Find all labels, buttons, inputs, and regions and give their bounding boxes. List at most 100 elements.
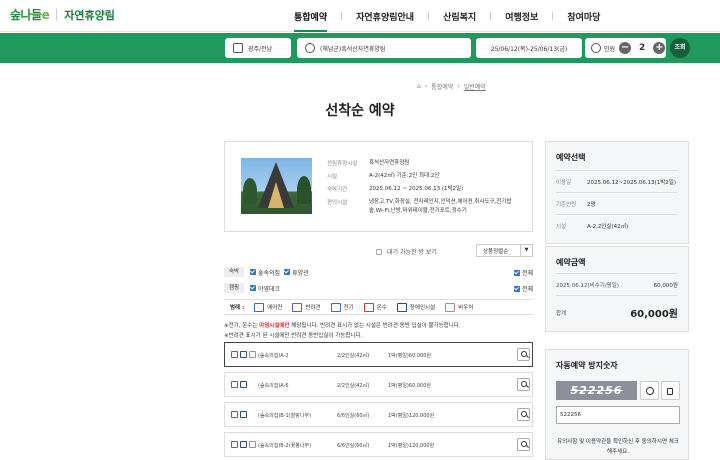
summary-row: 기준인원 2명: [556, 192, 678, 214]
air-conditioner-icon: [231, 351, 238, 358]
camp-all[interactable]: 전체: [514, 284, 533, 293]
room-capacity: 2/2인실(42㎡): [337, 353, 370, 359]
legend-item: 장애인시설: [409, 305, 436, 311]
lodging-all[interactable]: 전체: [514, 268, 533, 277]
site-header: 숲나들e 자연휴양림 통합예약 자연휴양림안내 산림복지 여행정보 참여마당: [0, 0, 720, 32]
lodging-option: 휴양관: [292, 269, 309, 277]
voucher-icon: [249, 441, 256, 448]
room-price: 1박(평일)60,000원: [388, 353, 431, 359]
lodging-checkbox[interactable]: [284, 269, 291, 275]
room-row[interactable]: (숲속의집)A-2 2/2인실(42㎡) 1박(평일)60,000원: [224, 342, 533, 367]
legend-item: 전기: [343, 305, 354, 311]
dog-icon: [292, 302, 303, 312]
breadcrumb-item[interactable]: 통합예약: [431, 82, 453, 91]
info-row: 시설 A-2(42㎡) 기준:2인 최대:2인: [327, 173, 440, 180]
room-row[interactable]: (숲속의집)B-1(잘랑나무) 6/6인실(60㎡) 1박(평일)120,000…: [224, 402, 533, 427]
refresh-icon[interactable]: [640, 381, 659, 400]
minus-button[interactable]: −: [619, 42, 632, 54]
room-capacity: 2/2인실(42㎡): [337, 383, 370, 389]
voucher-icon: [445, 302, 456, 312]
camp-checkbox[interactable]: [250, 285, 256, 291]
reservation-summary: 예약선택 이용일 2025.06.12~2025.06.13(1박2일) 기준인원…: [545, 141, 689, 244]
search-icon[interactable]: [517, 438, 530, 451]
nav-forest-info[interactable]: 자연휴양림안내: [342, 10, 428, 30]
breadcrumb-current[interactable]: 일반예약: [464, 82, 486, 91]
date-range-value: 25/06/12(목)-25/06/13(금): [490, 45, 568, 53]
legend-item: 반려견: [305, 305, 321, 311]
legend-item: 바우처: [458, 305, 474, 311]
search-icon[interactable]: [517, 378, 530, 391]
air-conditioner-icon: [231, 411, 238, 418]
camp-all-checkbox[interactable]: [514, 285, 520, 292]
accessible-icon: [396, 302, 407, 312]
terms-note: 유의사항 및 이용약관을 확인하신 후 동의하시면 체크해주세요.: [557, 439, 679, 455]
person-icon: [591, 43, 601, 53]
electric-icon: [330, 302, 341, 312]
lodging-all-checkbox[interactable]: [514, 269, 520, 276]
nav-reservation[interactable]: 통합예약: [280, 10, 341, 32]
logo-divider: [56, 8, 58, 21]
accessible-icon: [240, 441, 247, 448]
lodging-label: 숙박: [224, 267, 244, 277]
available-only-toggle[interactable]: 대기 가능한 방 보기: [376, 247, 437, 256]
search-button[interactable]: 조회: [670, 38, 690, 58]
forest-value: (해남군)흑석산자연휴양림: [320, 45, 386, 53]
nav-welfare[interactable]: 산림복지: [429, 10, 490, 30]
captcha-panel: 자동예약 방지숫자 522256 522256 유의사항 및 이용약관을 확인하…: [545, 349, 689, 460]
room-name: (숲속의집)A-6: [258, 383, 289, 389]
nav-travel[interactable]: 여행정보: [491, 10, 552, 30]
breadcrumb: ⌂ › 통합예약 › 일반예약: [417, 82, 490, 91]
camp-filter: 캠핑 야영데크: [224, 283, 280, 293]
air-conditioner-icon: [231, 441, 238, 448]
logo-mark: 숲나들e: [10, 8, 50, 22]
people-stepper: 인원 − 2 +: [585, 38, 666, 58]
air-conditioner-icon: [231, 381, 238, 388]
all-label: 전체: [522, 286, 534, 293]
legend-title: 범례 :: [230, 305, 245, 311]
lodging-filter: 숙박 숲속의집 휴양관: [224, 267, 309, 277]
room-capacity: 6/6인실(60㎡): [337, 443, 370, 449]
notice-line: ※반려견 표시가 된 시설에만 반려견 동반입실이 가능합니다.: [224, 333, 363, 339]
legend-item: 에어컨: [267, 305, 283, 311]
sort-select[interactable]: 상품정렬순 ▼: [476, 244, 533, 257]
site-logo[interactable]: 숲나들e 자연휴양림: [10, 6, 115, 23]
search-icon[interactable]: [517, 408, 530, 421]
room-name: (숲속의집)A-2: [258, 353, 289, 359]
main-nav: 통합예약 자연휴양림안내 산림복지 여행정보 참여마당: [280, 10, 614, 32]
room-price: 1박(평일)60,000원: [388, 383, 431, 389]
accessible-icon: [240, 381, 247, 388]
available-only-checkbox[interactable]: [376, 248, 382, 255]
amount-row: 2025.06.12(비수기/평일) 60,000원: [556, 273, 678, 295]
notice-line: ※전기, 온수는 야영시설에만 해당됩니다. 반려견 표시가 없는 시설은 반려…: [224, 323, 461, 329]
region-value: 광주/전남: [248, 45, 273, 53]
accessible-icon: [240, 411, 247, 418]
nav-community[interactable]: 참여마당: [553, 10, 614, 30]
plus-button[interactable]: +: [653, 42, 666, 54]
date-range-picker[interactable]: 25/06/12(목)-25/06/13(금): [476, 38, 582, 58]
search-icon[interactable]: [517, 348, 530, 361]
room-price: 1박(평일)120,000원: [388, 443, 435, 449]
air-conditioner-icon: [254, 302, 265, 312]
page-title: 선착순 예약: [325, 103, 395, 119]
captcha-input[interactable]: 522256: [556, 406, 680, 424]
info-row: 숙박기간 2025.06.12 ~ 2025.06.13 (1박2일): [327, 186, 464, 193]
legend-item: 온수: [376, 305, 387, 311]
room-capacity: 6/6인실(60㎡): [337, 413, 370, 419]
room-row[interactable]: (숲속의집)A-6 2/2인실(42㎡) 1박(평일)60,000원: [224, 372, 533, 397]
lodging-checkbox[interactable]: [250, 269, 256, 275]
people-label: 인원: [604, 45, 616, 53]
room-name: (숲속의집)B-1(잘랑나무): [258, 413, 312, 419]
room-row[interactable]: (숲속의집)B-2(꽃봉나무) 6/6인실(60㎡) 1박(평일)120,000…: [224, 432, 533, 457]
facility-info: 산림휴양시설 흑석산자연휴양림 시설 A-2(42㎡) 기준:2인 최대:2인 숙박…: [224, 141, 533, 232]
forest-select[interactable]: (해남군)흑석산자연휴양림: [297, 38, 471, 58]
available-only-label: 대기 가능한 방 보기: [387, 249, 437, 256]
region-select[interactable]: 광주/전남: [225, 38, 291, 58]
speaker-icon[interactable]: [661, 381, 680, 400]
summary-row: 이용일 2025.06.12~2025.06.13(1박2일): [556, 170, 678, 192]
summary-title: 예약선택: [556, 153, 586, 162]
captcha-title: 자동예약 방지숫자: [556, 361, 618, 370]
info-row: 편의시설 냉장고,TV,화장실, 전자레인지,인덕션,에어컨,취사도구,전기밥솥,…: [327, 199, 512, 214]
logo-subtitle: 자연휴양림: [64, 8, 115, 22]
map-icon: [233, 43, 243, 53]
home-icon[interactable]: ⌂: [417, 83, 421, 90]
